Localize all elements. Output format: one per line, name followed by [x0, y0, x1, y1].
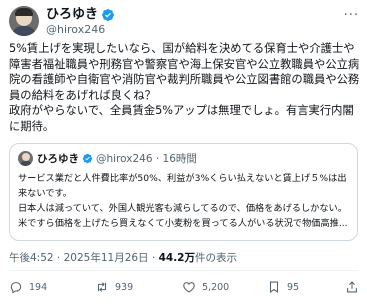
author-name-row: ひろゆき — [46, 7, 115, 22]
meta-sep-2: · — [148, 252, 159, 264]
retweet-count: 939 — [115, 281, 134, 293]
reply-icon — [10, 282, 22, 294]
quoted-separator: · — [152, 152, 163, 165]
bookmark-icon — [269, 281, 279, 293]
tweet-meta: 午後4:52 · 2025年11月26日 · 44.2万件の表示 — [9, 250, 237, 265]
quoted-avatar — [18, 151, 33, 166]
like-count: 5,200 — [202, 281, 230, 293]
retweet-button[interactable]: 939 — [95, 280, 133, 294]
divider — [9, 270, 358, 271]
view-count: 44.2万 — [158, 252, 195, 264]
quoted-handle: @hirox246 — [96, 152, 153, 165]
avatar[interactable] — [9, 6, 39, 36]
more-dots-icon[interactable]: ··· — [344, 8, 359, 23]
verified-badge-icon — [102, 8, 114, 21]
view-label: 件の表示 — [195, 252, 237, 264]
action-bar: 194 939 5,200 95 — [9, 280, 358, 302]
heart-icon — [183, 282, 195, 293]
quoted-tweet-text: サービス業だと人件費比率が50%、利益が3%くらい払えないと賃上げ５%は出来ない… — [18, 173, 348, 229]
verified-badge-icon — [82, 153, 93, 164]
quoted-tweet[interactable]: ひろゆき @hirox246 · 16時間 サービス業だと人件費比率が50%、利… — [9, 143, 358, 241]
quoted-tweet-header: ひろゆき @hirox246 · 16時間 — [18, 151, 197, 166]
tweet-header: ひろゆき @hirox246 ··· — [9, 6, 359, 38]
author-display-name[interactable]: ひろゆき — [46, 7, 98, 22]
reply-button[interactable]: 194 — [9, 280, 47, 294]
share-icon — [347, 281, 357, 293]
author-handle[interactable]: @hirox246 — [46, 23, 105, 36]
quoted-time: 16時間 — [162, 153, 197, 165]
tweet-date[interactable]: 2025年11月26日 — [64, 252, 149, 264]
bookmark-count: 95 — [287, 281, 300, 293]
bookmark-button[interactable]: 95 — [267, 280, 299, 294]
tweet-time[interactable]: 午後4:52 — [9, 252, 54, 264]
tweet-text: 5%賃上げを実現したいなら、国が給料を決めてる保育士や介護士や障害者福祉職員や刑… — [9, 42, 360, 133]
like-button[interactable]: 5,200 — [182, 280, 229, 294]
retweet-icon — [97, 282, 107, 292]
quoted-display-name: ひろゆき — [37, 153, 79, 165]
share-button[interactable] — [345, 280, 359, 294]
meta-sep-1: · — [53, 252, 64, 264]
reply-count: 194 — [29, 281, 48, 293]
